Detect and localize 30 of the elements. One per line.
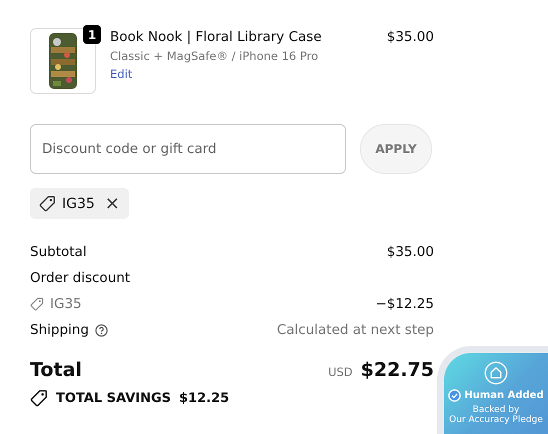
discount-label: Order discount: [30, 270, 130, 286]
product-variant: Classic + MagSafe® / iPhone 16 Pro: [110, 49, 320, 63]
tag-icon: [30, 297, 44, 311]
discount-code: IG35: [50, 296, 82, 312]
edit-link[interactable]: Edit: [110, 67, 132, 81]
shipping-label: Shipping: [30, 322, 89, 338]
tag-icon: [39, 195, 56, 212]
product-price: $35.00: [386, 28, 434, 45]
badge-title: Human Added: [464, 390, 544, 401]
apply-button[interactable]: APPLY: [360, 124, 432, 174]
currency-code: USD: [328, 365, 353, 379]
savings-label: TOTAL SAVINGS: [56, 390, 172, 406]
total-value: $22.75: [360, 359, 434, 381]
discount-code-field[interactable]: Discount code or gift card: [30, 124, 346, 174]
product-title: Book Nook | Floral Library Case: [110, 29, 323, 45]
remove-button[interactable]: ×: [100, 193, 120, 214]
discount-value: −$12.25: [375, 296, 434, 312]
house-icon: [484, 361, 508, 385]
shipping-value: Calculated at next step: [276, 322, 434, 338]
accuracy-badge[interactable]: Human Added Backed by Our Accuracy Pledge: [437, 346, 548, 434]
subtotal-value: $35.00: [386, 244, 434, 260]
badge-subtitle: Backed by Our Accuracy Pledge: [449, 405, 543, 426]
savings-value: $12.25: [179, 390, 230, 406]
help-icon[interactable]: [94, 324, 108, 336]
quantity-badge: 1: [83, 25, 101, 44]
subtotal-label: Subtotal: [30, 244, 87, 260]
discount-code: IG35: [62, 196, 95, 212]
total-label: Total: [30, 359, 82, 381]
tags-icon: [30, 389, 48, 407]
check-icon: [448, 389, 462, 402]
